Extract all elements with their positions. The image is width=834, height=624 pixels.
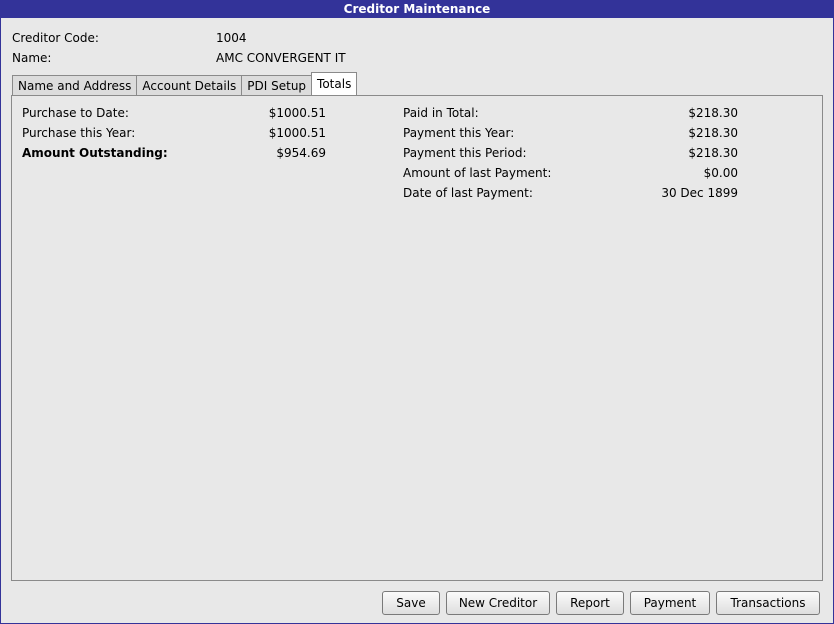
paid-in-total-label: Paid in Total: [403, 106, 479, 120]
creditor-name-value: AMC CONVERGENT IT [216, 51, 346, 65]
payment-this-year-value: $218.30 [688, 126, 738, 140]
purchase-to-date-value: $1000.51 [268, 106, 326, 120]
creditor-code-value: 1004 [216, 31, 247, 45]
payment-this-period-value: $218.30 [688, 146, 738, 160]
payment-this-period-label: Payment this Period: [403, 146, 527, 160]
creditor-name-label: Name: [12, 51, 52, 65]
purchase-this-year-value: $1000.51 [268, 126, 326, 140]
payment-this-year-label: Payment this Year: [403, 126, 515, 140]
creditor-maintenance-window: Creditor Maintenance Creditor Code: 1004… [0, 0, 834, 624]
tab-account-details[interactable]: Account Details [136, 75, 243, 95]
transactions-button[interactable]: Transactions [716, 591, 820, 615]
window-title: Creditor Maintenance [1, 1, 833, 18]
tab-name-and-address[interactable]: Name and Address [12, 75, 138, 95]
payment-button[interactable]: Payment [630, 591, 710, 615]
date-of-last-payment-label: Date of last Payment: [403, 186, 533, 200]
save-button[interactable]: Save [382, 591, 440, 615]
tab-totals[interactable]: Totals [311, 72, 358, 95]
amount-of-last-payment-value: $0.00 [703, 166, 738, 180]
purchase-this-year-label: Purchase this Year: [22, 126, 136, 140]
tab-bar: Name and Address Account Details PDI Set… [12, 72, 358, 95]
amount-of-last-payment-label: Amount of last Payment: [403, 166, 552, 180]
report-button[interactable]: Report [556, 591, 624, 615]
new-creditor-button[interactable]: New Creditor [446, 591, 550, 615]
purchase-to-date-label: Purchase to Date: [22, 106, 129, 120]
amount-outstanding-value: $954.69 [276, 146, 326, 160]
creditor-code-label: Creditor Code: [12, 31, 99, 45]
amount-outstanding-label: Amount Outstanding: [22, 146, 168, 160]
date-of-last-payment-value: 30 Dec 1899 [661, 186, 738, 200]
paid-in-total-value: $218.30 [688, 106, 738, 120]
totals-panel: Purchase to Date: $1000.51 Purchase this… [11, 95, 823, 581]
tab-pdi-setup[interactable]: PDI Setup [241, 75, 313, 95]
